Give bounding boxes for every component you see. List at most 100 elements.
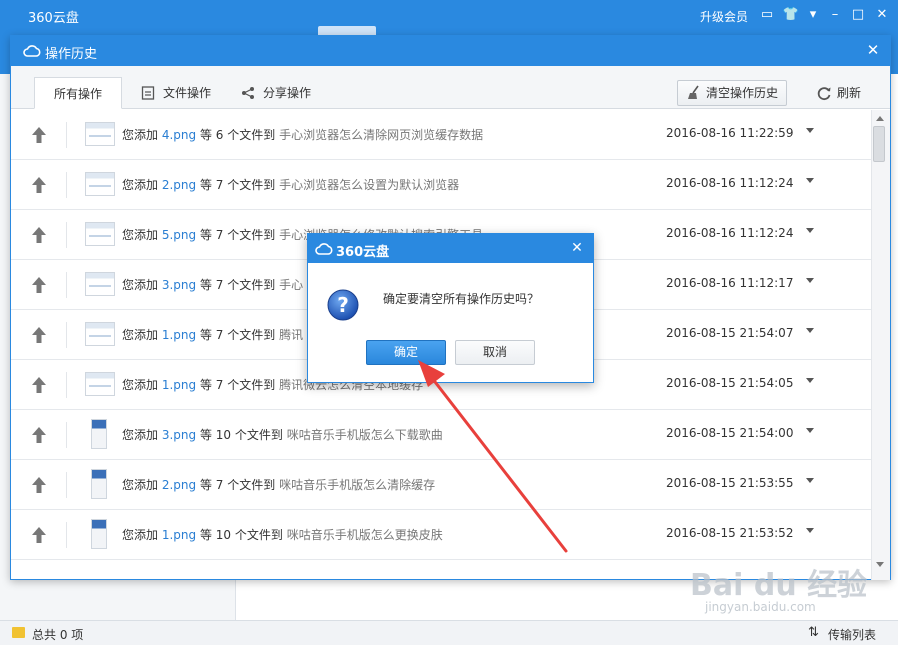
row-prefix: 您添加 bbox=[122, 378, 159, 392]
row-divider bbox=[66, 322, 67, 348]
row-destination[interactable]: 咪咕音乐手机版怎么清除缓存 bbox=[279, 478, 435, 492]
row-dropdown-icon[interactable] bbox=[806, 378, 814, 383]
message-icon[interactable]: ▭ bbox=[758, 6, 776, 24]
row-destination[interactable]: 咪咕音乐手机版怎么下载歌曲 bbox=[287, 428, 443, 442]
row-dropdown-icon[interactable] bbox=[806, 128, 814, 133]
tab-share-operations[interactable]: 分享操作 bbox=[239, 77, 329, 109]
row-prefix: 您添加 bbox=[122, 128, 159, 142]
row-destination[interactable]: 腾讯 bbox=[279, 328, 303, 342]
row-divider bbox=[66, 272, 67, 298]
row-dropdown-icon[interactable] bbox=[806, 178, 814, 183]
row-count: 等 7 个文件到 bbox=[199, 478, 276, 492]
watermark-logo: Bai du 经验 bbox=[690, 568, 868, 603]
row-description: 您添加 1.png 等 7 个文件到 腾讯 bbox=[122, 326, 303, 343]
confirm-ok-button[interactable]: 确定 bbox=[366, 340, 446, 365]
history-row[interactable]: 您添加 3.png 等 10 个文件到 咪咕音乐手机版怎么下载歌曲 2016-08… bbox=[11, 410, 871, 460]
row-destination[interactable]: 咪咕音乐手机版怎么更换皮肤 bbox=[287, 528, 443, 542]
status-bar: 总共 0 项 ⇅ 传输列表 bbox=[0, 620, 898, 645]
row-prefix: 您添加 bbox=[122, 228, 159, 242]
row-file-link[interactable]: 1.png bbox=[162, 328, 196, 342]
scroll-down-icon[interactable] bbox=[876, 562, 884, 567]
file-thumbnail bbox=[91, 519, 107, 549]
upload-arrow-icon bbox=[32, 527, 46, 543]
row-file-link[interactable]: 5.png bbox=[162, 228, 196, 242]
status-total: 总共 0 项 bbox=[32, 628, 84, 642]
svg-text:?: ? bbox=[337, 293, 349, 317]
tab-all-operations[interactable]: 所有操作 bbox=[34, 77, 122, 109]
row-dropdown-icon[interactable] bbox=[806, 328, 814, 333]
confirm-cancel-button[interactable]: 取消 bbox=[455, 340, 535, 365]
app-titlebar: 360云盘 升级会员 ▭ 👕 ▾ – □ ✕ bbox=[0, 0, 898, 34]
upload-arrow-icon bbox=[32, 377, 46, 393]
row-file-link[interactable]: 2.png bbox=[162, 478, 196, 492]
share-icon bbox=[242, 87, 254, 99]
row-dropdown-icon[interactable] bbox=[806, 228, 814, 233]
transfer-list-button[interactable]: 传输列表 bbox=[828, 626, 876, 643]
history-row[interactable]: 您添加 1.png 等 10 个文件到 咪咕音乐手机版怎么更换皮肤 2016-08… bbox=[11, 510, 871, 560]
broom-icon bbox=[688, 85, 699, 99]
transfer-icon[interactable]: ⇅ bbox=[808, 625, 819, 640]
history-tabbar: 所有操作 文件操作 分享操作 清空操作历史 刷新 bbox=[11, 66, 890, 109]
tab-label: 分享操作 bbox=[263, 86, 312, 100]
row-file-link[interactable]: 3.png bbox=[162, 278, 196, 292]
row-timestamp: 2016-08-15 21:54:00 bbox=[666, 426, 794, 440]
row-dropdown-icon[interactable] bbox=[806, 528, 814, 533]
folder-icon bbox=[12, 627, 25, 638]
scroll-up-icon[interactable] bbox=[876, 116, 884, 121]
row-destination[interactable]: 手心浏览器怎么设置为默认浏览器 bbox=[279, 178, 459, 192]
file-thumbnail bbox=[85, 272, 115, 296]
row-destination[interactable]: 手心浏览器怎么清除网页浏览缓存数据 bbox=[279, 128, 483, 142]
row-timestamp: 2016-08-15 21:53:55 bbox=[666, 476, 794, 490]
upgrade-link[interactable]: 升级会员 bbox=[700, 8, 748, 25]
history-row[interactable]: 您添加 4.png 等 6 个文件到 手心浏览器怎么清除网页浏览缓存数据 2016… bbox=[11, 110, 871, 160]
row-description: 您添加 2.png 等 7 个文件到 咪咕音乐手机版怎么清除缓存 bbox=[122, 476, 435, 493]
shirt-icon[interactable]: 👕 bbox=[782, 6, 800, 24]
scrollbar[interactable] bbox=[871, 110, 890, 580]
row-file-link[interactable]: 4.png bbox=[162, 128, 196, 142]
row-destination[interactable]: 手心 bbox=[279, 278, 303, 292]
row-count: 等 7 个文件到 bbox=[199, 278, 276, 292]
cloud-icon bbox=[315, 243, 333, 255]
row-dropdown-icon[interactable] bbox=[806, 428, 814, 433]
upload-arrow-icon bbox=[32, 327, 46, 343]
row-divider bbox=[66, 422, 67, 448]
row-prefix: 您添加 bbox=[122, 428, 159, 442]
history-title: 操作历史 bbox=[45, 47, 98, 62]
dialog-title: 360云盘 bbox=[336, 245, 390, 260]
row-dropdown-icon[interactable] bbox=[806, 278, 814, 283]
row-file-link[interactable]: 3.png bbox=[162, 428, 196, 442]
row-dropdown-icon[interactable] bbox=[806, 478, 814, 483]
history-row[interactable]: 您添加 2.png 等 7 个文件到 手心浏览器怎么设置为默认浏览器 2016-0… bbox=[11, 160, 871, 210]
row-prefix: 您添加 bbox=[122, 478, 159, 492]
maximize-icon[interactable]: □ bbox=[849, 6, 867, 24]
dialog-close-icon[interactable]: ✕ bbox=[567, 238, 587, 258]
file-thumbnail bbox=[91, 469, 107, 499]
refresh-button[interactable]: 刷新 bbox=[813, 80, 873, 106]
row-count: 等 7 个文件到 bbox=[199, 378, 276, 392]
tab-label: 文件操作 bbox=[163, 86, 212, 100]
clear-history-button[interactable]: 清空操作历史 bbox=[677, 80, 787, 106]
watermark-url: jingyan.baidu.com bbox=[705, 600, 816, 614]
file-thumbnail bbox=[85, 172, 115, 196]
row-count: 等 10 个文件到 bbox=[199, 428, 283, 442]
tab-label: 所有操作 bbox=[53, 87, 102, 101]
row-prefix: 您添加 bbox=[122, 528, 159, 542]
file-thumbnail bbox=[85, 372, 115, 396]
history-row[interactable]: 您添加 2.png 等 7 个文件到 咪咕音乐手机版怎么清除缓存 2016-08-… bbox=[11, 460, 871, 510]
document-icon bbox=[141, 86, 155, 100]
row-description: 您添加 2.png 等 7 个文件到 手心浏览器怎么设置为默认浏览器 bbox=[122, 176, 459, 193]
row-file-link[interactable]: 2.png bbox=[162, 178, 196, 192]
refresh-label: 刷新 bbox=[837, 86, 862, 100]
row-timestamp: 2016-08-16 11:12:24 bbox=[666, 176, 794, 190]
close-icon[interactable]: ✕ bbox=[873, 6, 891, 24]
menu-icon[interactable]: ▾ bbox=[804, 6, 822, 24]
row-description: 您添加 3.png 等 7 个文件到 手心 bbox=[122, 276, 303, 293]
row-file-link[interactable]: 1.png bbox=[162, 378, 196, 392]
scroll-thumb[interactable] bbox=[873, 126, 885, 162]
row-prefix: 您添加 bbox=[122, 278, 159, 292]
row-file-link[interactable]: 1.png bbox=[162, 528, 196, 542]
minimize-icon[interactable]: – bbox=[826, 6, 844, 24]
upload-arrow-icon bbox=[32, 177, 46, 193]
tab-file-operations[interactable]: 文件操作 bbox=[139, 77, 229, 109]
history-close-icon[interactable]: ✕ bbox=[863, 40, 883, 60]
